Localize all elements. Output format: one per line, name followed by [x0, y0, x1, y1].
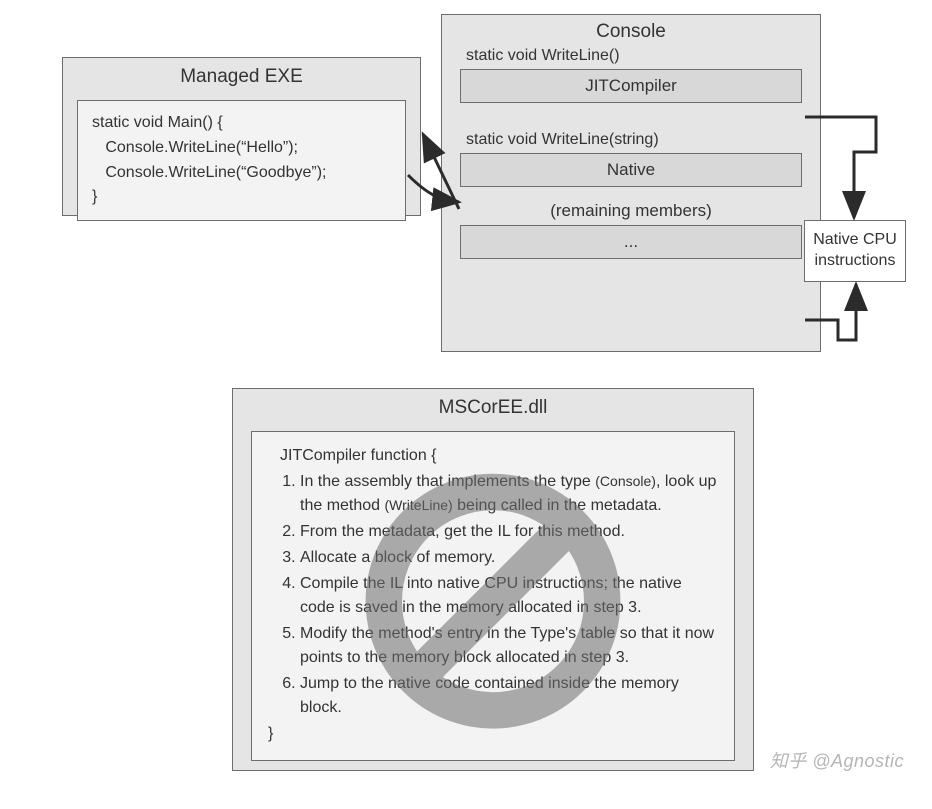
code-line: Console.WriteLine(“Goodbye”); — [92, 161, 391, 186]
jit-footer: } — [268, 722, 718, 746]
method1-box: JITCompiler — [460, 69, 802, 103]
mscoree-title: MSCorEE.dll — [233, 389, 753, 423]
console-title: Console — [442, 15, 820, 47]
native-cpu-box: Native CPU instructions — [804, 220, 906, 282]
jit-step: Compile the IL into native CPU instructi… — [300, 572, 718, 620]
jit-step: Allocate a block of memory. — [300, 546, 718, 570]
managed-exe-title: Managed EXE — [63, 58, 420, 92]
jit-header: JITCompiler function { — [280, 444, 718, 468]
code-line: static void Main() { — [92, 111, 391, 136]
managed-exe-panel: Managed EXE static void Main() { Console… — [62, 57, 421, 216]
watermark: 知乎 @Agnostic — [770, 747, 904, 773]
jit-step: In the assembly that implements the type… — [300, 470, 718, 518]
code-line: } — [92, 185, 391, 210]
jit-steps-list: In the assembly that implements the type… — [268, 470, 718, 720]
native-cpu-label: Native CPU instructions — [805, 230, 905, 272]
jit-step: Modify the method's entry in the Type's … — [300, 622, 718, 670]
method1-signature: static void WriteLine() — [466, 47, 820, 65]
mscoree-body: JITCompiler function { In the assembly t… — [251, 431, 735, 761]
code-line: Console.WriteLine(“Hello”); — [92, 136, 391, 161]
jit-step: From the metadata, get the IL for this m… — [300, 520, 718, 544]
remaining-box: ... — [460, 225, 802, 259]
jit-step: Jump to the native code contained inside… — [300, 672, 718, 720]
mscoree-panel: MSCorEE.dll JITCompiler function { In th… — [232, 388, 754, 771]
remaining-label: (remaining members) — [442, 201, 820, 221]
console-panel: Console static void WriteLine() JITCompi… — [441, 14, 821, 352]
managed-exe-code-box: static void Main() { Console.WriteLine(“… — [77, 100, 406, 221]
method2-box: Native — [460, 153, 802, 187]
method2-signature: static void WriteLine(string) — [466, 131, 820, 149]
